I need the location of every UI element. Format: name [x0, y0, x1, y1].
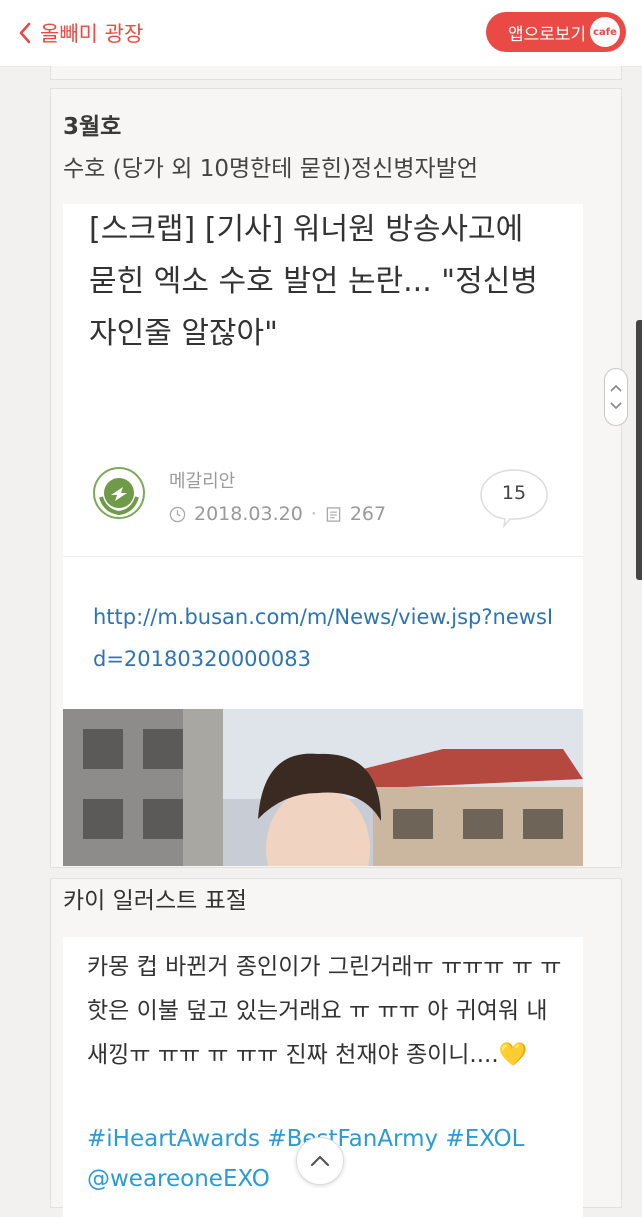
author-name: 메갈리안 — [169, 471, 236, 492]
open-in-app-label: 앱으로보기 — [508, 24, 587, 45]
section-title: 카이 일러스트 표절 — [63, 888, 247, 914]
clock-icon — [169, 506, 186, 522]
card-divider — [63, 556, 583, 557]
article-card[interactable]: [스크랩] [기사] 워너원 방송사고에 묻힌 엑소 수호 발언 논란... "… — [63, 204, 583, 866]
cafe-logo-icon: cafe — [590, 17, 620, 47]
tweet-body: 카몽 컵 바뀐거 종인이가 그린거래ㅠ ㅠㅠㅠ ㅠ ㅠ 핫은 이불 덮고 있는거… — [87, 954, 562, 1068]
article-link[interactable]: http://m.busan.com/m/News/view.jsp?newsI… — [93, 596, 563, 680]
comment-count-button[interactable]: 15 — [479, 468, 549, 529]
author-avatar — [93, 467, 145, 519]
post-date: 2018.03.20 — [194, 503, 303, 525]
scroll-to-top-button[interactable] — [296, 1137, 344, 1185]
meta-separator: · — [310, 503, 317, 525]
comment-count: 15 — [501, 482, 527, 504]
open-in-app-button[interactable]: 앱으로보기 cafe — [486, 12, 626, 52]
issue-heading: 3월호 — [63, 114, 122, 140]
scroll-arrows-icon — [610, 384, 622, 410]
article-title: [스크랩] [기사] 워너원 방송사고에 묻힌 엑소 수호 발언 논란... "… — [89, 212, 538, 351]
previous-page-strip — [50, 66, 622, 80]
document-icon — [326, 506, 341, 522]
tweet-text: 카몽 컵 바뀐거 종인이가 그린거래ㅠ ㅠㅠㅠ ㅠ ㅠ 핫은 이불 덮고 있는거… — [87, 945, 567, 1077]
chevron-up-icon — [310, 1155, 330, 1167]
scrap-page-1: 3월호 수호 (당가 외 10명한테 묻힌)정신병자발언 [스크랩] [기사] … — [50, 88, 622, 868]
post-meta: 2018.03.20 · 267 — [169, 503, 386, 525]
scroll-handle[interactable] — [604, 368, 628, 426]
screen-edge — [636, 320, 642, 580]
chevron-left-icon — [19, 22, 31, 44]
back-button[interactable]: 올빼미 광장 — [18, 18, 143, 48]
yellow-heart-icon: 💛 — [498, 1042, 528, 1068]
top-bar: 올빼미 광장 앱으로보기 cafe — [0, 0, 642, 67]
back-label: 올빼미 광장 — [40, 22, 144, 46]
view-count: 267 — [349, 503, 387, 525]
article-photo — [63, 709, 583, 866]
issue-subtitle: 수호 (당가 외 10명한테 묻힌)정신병자발언 — [63, 156, 479, 182]
